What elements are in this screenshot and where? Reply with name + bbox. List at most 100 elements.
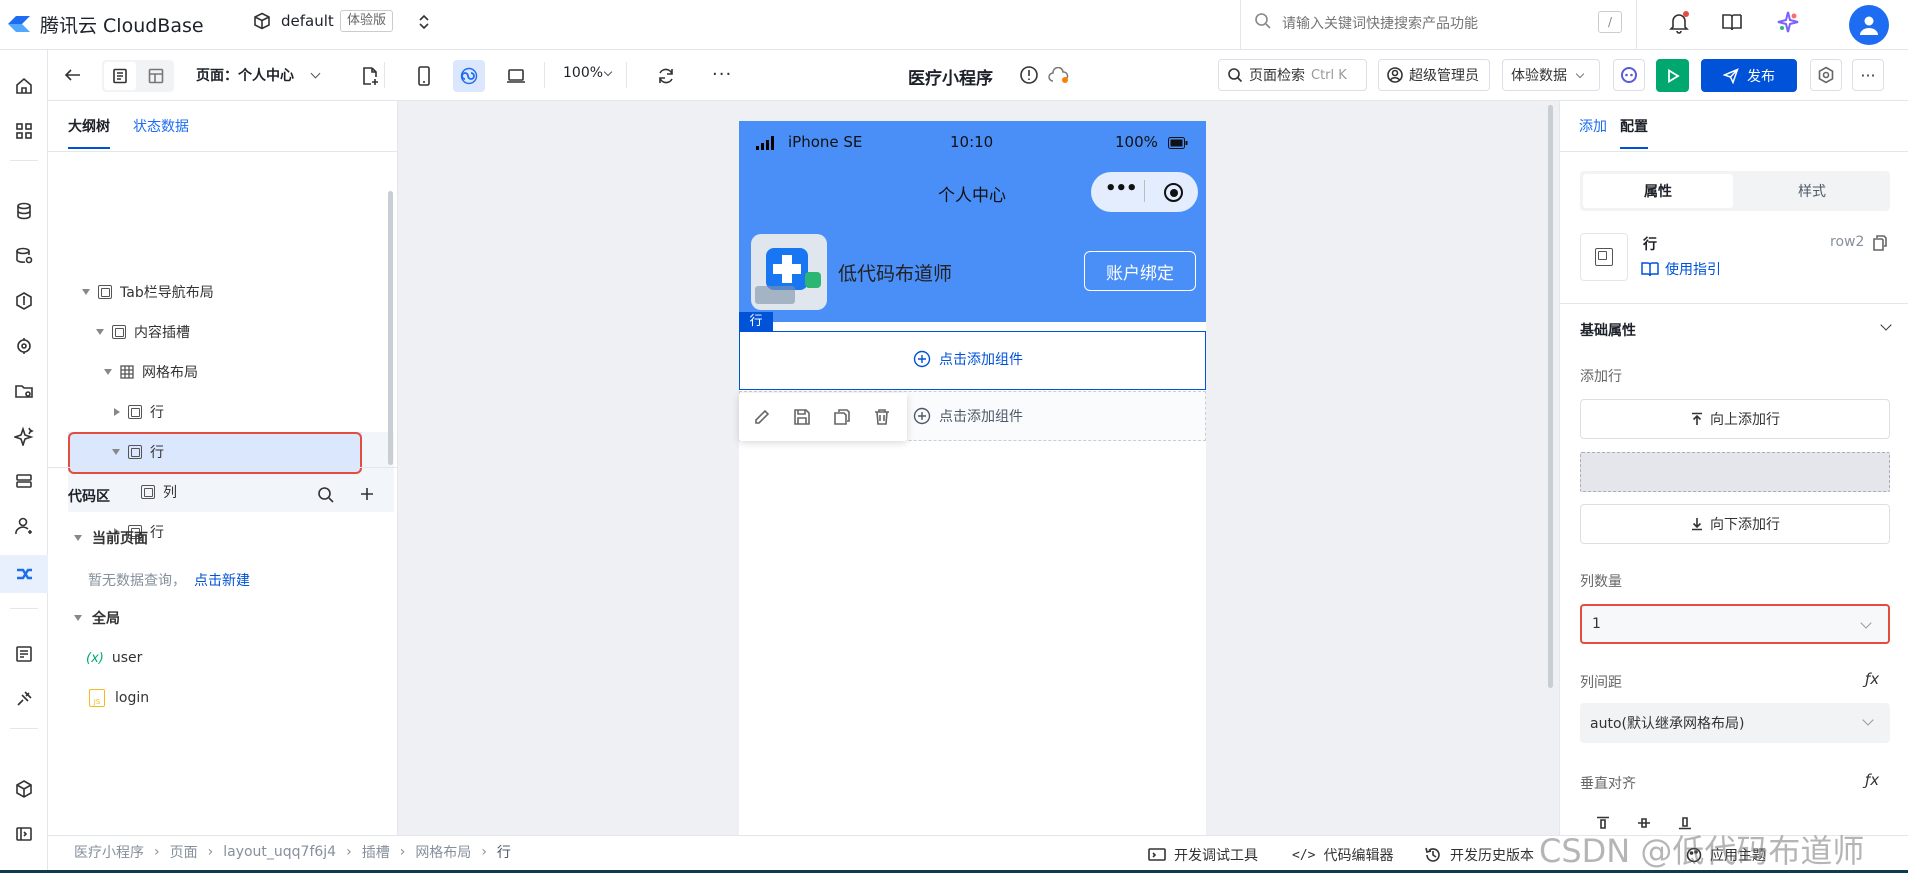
database-icon[interactable]: [12, 199, 36, 223]
layout-view-icon[interactable]: [140, 62, 172, 90]
global-search-input[interactable]: [1280, 9, 1580, 39]
lowcode-icon[interactable]: [12, 562, 36, 586]
switch-env-icon[interactable]: [418, 13, 430, 31]
tab-add[interactable]: 添加: [1579, 116, 1607, 136]
tree-node-row[interactable]: 行: [114, 394, 164, 430]
add-row-below-button[interactable]: 向下添加行: [1580, 504, 1890, 544]
medical-avatar[interactable]: [751, 234, 827, 310]
tab-outline[interactable]: 大纲树: [68, 116, 110, 136]
ai-sparkle-icon[interactable]: [1776, 10, 1800, 34]
chevron-down-icon[interactable]: [603, 67, 613, 77]
chevron-right-icon: ›: [346, 844, 352, 860]
column-gap-select[interactable]: auto(默认继承网格布局): [1580, 703, 1890, 743]
publish-button[interactable]: 发布: [1701, 59, 1797, 92]
ai-assistant-button[interactable]: [1613, 59, 1645, 91]
bell-icon[interactable]: [1667, 10, 1691, 34]
code-item-user[interactable]: (x) user: [86, 640, 142, 676]
preview-button[interactable]: [1656, 59, 1689, 92]
add-icon[interactable]: [359, 486, 375, 502]
code-editor-button[interactable]: </> 代码编辑器: [1292, 845, 1393, 865]
more-icon[interactable]: ···: [712, 64, 732, 85]
ai-icon[interactable]: [12, 424, 36, 448]
edit-icon[interactable]: [753, 408, 771, 426]
breadcrumb-item[interactable]: 页面: [170, 842, 198, 862]
tree-node-tab-layout[interactable]: Tab栏导航布局: [82, 274, 214, 310]
add-component-placeholder[interactable]: 点击添加组件: [913, 406, 1023, 426]
tab-state-data[interactable]: 状态数据: [133, 116, 189, 136]
history-button[interactable]: 开发历史版本: [1424, 845, 1534, 865]
current-page-group[interactable]: 当前页面: [74, 520, 148, 556]
usage-guide-link[interactable]: 使用指引: [1641, 259, 1721, 279]
apps-icon[interactable]: [12, 119, 36, 143]
tree-node-grid-layout[interactable]: 网格布局: [104, 354, 198, 390]
breadcrumb-item[interactable]: 插槽: [362, 842, 390, 862]
page-view-icon[interactable]: [104, 62, 136, 90]
settings-button[interactable]: [1810, 59, 1842, 91]
subtab-style[interactable]: 样式: [1737, 174, 1887, 208]
user-manage-icon[interactable]: [12, 514, 36, 538]
cloud-sync-icon[interactable]: [1048, 67, 1070, 85]
brand-title[interactable]: 腾讯云 CloudBase: [40, 11, 204, 38]
tree-node-content-slot[interactable]: 内容插槽: [96, 314, 190, 350]
miniprogram-icon[interactable]: [453, 60, 485, 92]
capsule-menu[interactable]: •••: [1091, 172, 1198, 212]
search-icon[interactable]: [317, 486, 335, 504]
global-group[interactable]: 全局: [74, 600, 120, 636]
delete-icon[interactable]: [873, 408, 891, 426]
column-count-select[interactable]: 1: [1580, 604, 1890, 644]
user-avatar[interactable]: [1849, 5, 1889, 45]
code-item-login[interactable]: JS login: [89, 680, 149, 716]
refresh-icon[interactable]: [656, 66, 676, 86]
zoom-level[interactable]: 100%: [563, 65, 603, 81]
mobile-icon[interactable]: [417, 66, 431, 86]
breadcrumb-item-current[interactable]: 行: [497, 842, 511, 862]
chevron-down-icon[interactable]: [310, 68, 321, 79]
package-icon[interactable]: [12, 777, 36, 801]
storage-icon[interactable]: [12, 379, 36, 403]
log-icon[interactable]: [12, 642, 36, 666]
breadcrumb-item[interactable]: 医疗小程序: [74, 842, 144, 862]
copy-id-icon[interactable]: [1872, 234, 1888, 252]
add-page-icon[interactable]: [361, 66, 379, 86]
service-icon[interactable]: [12, 469, 36, 493]
column-count-value: 1: [1592, 616, 1601, 632]
cloudbase-logo-icon[interactable]: [6, 12, 32, 36]
home-icon[interactable]: [12, 74, 36, 98]
bind-account-button[interactable]: 账户绑定: [1084, 251, 1196, 291]
info-icon[interactable]: [1019, 65, 1039, 85]
outline-scrollbar[interactable]: [388, 191, 393, 465]
create-query-link[interactable]: 点击新建: [194, 570, 250, 590]
page-search-button[interactable]: 页面检索 Ctrl K: [1218, 59, 1367, 91]
basic-props-title[interactable]: 基础属性: [1580, 320, 1636, 340]
function-icon[interactable]: [12, 289, 36, 313]
tab-config[interactable]: 配置: [1620, 116, 1648, 136]
close-target-icon[interactable]: [1164, 183, 1183, 202]
more-icon[interactable]: •••: [1105, 178, 1138, 199]
tree-node-column[interactable]: 列: [141, 474, 177, 510]
copy-icon[interactable]: [833, 408, 851, 426]
role-button[interactable]: 超级管理员: [1378, 59, 1490, 91]
desktop-icon[interactable]: [506, 67, 526, 85]
flow-icon[interactable]: [12, 334, 36, 358]
breadcrumb-item[interactable]: 网格布局: [415, 842, 471, 862]
save-icon[interactable]: [793, 408, 811, 426]
add-component-placeholder[interactable]: 点击添加组件: [913, 349, 1023, 369]
book-icon[interactable]: [1721, 11, 1743, 33]
collapse-sidebar-icon[interactable]: [12, 822, 36, 846]
fx-icon[interactable]: ƒx: [1865, 670, 1879, 688]
breadcrumb-item[interactable]: layout_uqq7f6j4: [223, 844, 336, 860]
page-selector[interactable]: 页面：个人中心: [196, 65, 294, 85]
chevron-down-icon[interactable]: [1880, 319, 1892, 331]
fx-icon[interactable]: ƒx: [1865, 771, 1879, 789]
devtools-button[interactable]: 开发调试工具: [1148, 845, 1258, 865]
env-name[interactable]: default: [281, 12, 334, 30]
canvas-scrollbar[interactable]: [1548, 105, 1553, 688]
data-mode-select[interactable]: 体验数据: [1502, 59, 1600, 91]
more-options-button[interactable]: ···: [1852, 59, 1884, 91]
selected-row-component[interactable]: 点击添加组件: [739, 331, 1206, 390]
subtab-properties[interactable]: 属性: [1583, 174, 1733, 208]
database-config-icon[interactable]: [12, 244, 36, 268]
back-icon[interactable]: [64, 66, 82, 84]
plugin-icon[interactable]: [12, 687, 36, 711]
add-row-above-button[interactable]: 向上添加行: [1580, 399, 1890, 439]
